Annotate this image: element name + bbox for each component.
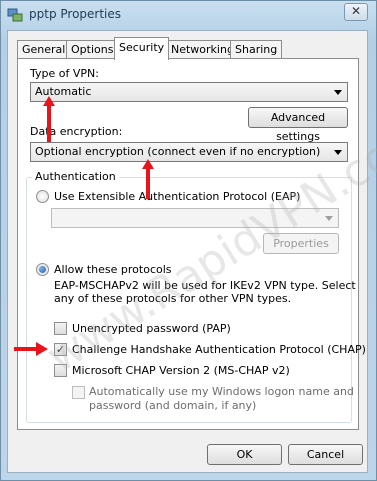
tab-options[interactable]: Options	[66, 40, 119, 59]
cancel-button[interactable]: Cancel	[288, 444, 363, 465]
tab-security[interactable]: Security	[114, 37, 170, 60]
annotation-arrow-up-icon	[43, 96, 55, 142]
vpn-type-label: Type of VPN:	[30, 67, 99, 80]
tab-networking[interactable]: Networking	[166, 40, 239, 59]
data-encryption-select[interactable]: Optional encryption (connect even if no …	[30, 142, 348, 162]
close-button[interactable]: ✕	[344, 3, 368, 21]
tab-sharing[interactable]: Sharing	[230, 40, 283, 59]
data-encryption-value: Optional encryption (connect even if no …	[35, 145, 321, 158]
allow-protocols-radio[interactable]	[36, 263, 49, 276]
authentication-group-title: Authentication	[32, 170, 119, 183]
window-title: pptp Properties	[29, 7, 122, 21]
title-bar[interactable]: pptp Properties ✕	[1, 1, 376, 29]
chevron-down-icon	[334, 90, 342, 95]
annotation-arrow-right-icon	[14, 342, 48, 356]
network-connection-icon	[7, 8, 23, 22]
annotation-arrow-up-icon	[142, 159, 154, 199]
auto-logon-checkbox[interactable]	[72, 386, 85, 399]
tab-general[interactable]: General	[17, 40, 71, 59]
vpn-type-select[interactable]: Automatic	[30, 82, 348, 102]
auto-logon-label-line-2: password (and domain, if any)	[89, 399, 257, 412]
ok-button[interactable]: OK	[207, 444, 282, 465]
advanced-settings-button[interactable]: Advanced settings	[248, 107, 348, 143]
eap-radio[interactable]	[36, 190, 49, 203]
auto-logon-label-line-1: Automatically use my Windows logon name …	[89, 385, 354, 398]
mschapv2-label[interactable]: Microsoft CHAP Version 2 (MS-CHAP v2)	[72, 364, 290, 377]
